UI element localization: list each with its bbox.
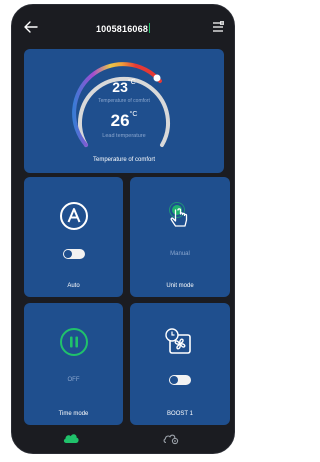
app-screen: 1005816068 23°C Temperature of comfort 2… (11, 4, 235, 454)
top-bar: 1005816068 (12, 5, 234, 45)
cloud-icon[interactable] (62, 431, 80, 445)
boost-fan-icon (165, 328, 191, 354)
comfort-temperature-label: Temperature of comfort (98, 98, 150, 104)
boost-toggle[interactable] (169, 375, 191, 385)
gauge-arc (72, 62, 170, 147)
gear-icon[interactable] (162, 431, 180, 445)
toggle-knob (63, 250, 72, 258)
comfort-card-title: Temperature of comfort (92, 157, 156, 163)
time-mode-tile-label: Time mode (58, 411, 89, 417)
time-mode-state: OFF (67, 377, 80, 383)
toggle-knob (170, 376, 178, 384)
text-cursor (149, 23, 151, 33)
boost-tile-label: BOOST 1 (167, 411, 193, 417)
lead-temperature-label: Lead temperature (102, 133, 146, 139)
comfort-temperature-value: 23°C (112, 79, 136, 95)
bottom-navigation (12, 429, 234, 453)
unit-mode-tile-label: Unit mode (166, 283, 194, 289)
pause-icon (59, 328, 88, 356)
auto-tile-label: Auto (67, 283, 80, 289)
unit-mode-state: Manual (170, 251, 190, 257)
auto-a-icon (59, 202, 88, 230)
boost-tile[interactable]: BOOST 1 (130, 303, 230, 425)
page-title: 1005816068 (12, 23, 234, 34)
auto-mode-tile[interactable]: Auto (24, 177, 123, 297)
temperature-gauge: 23°C Temperature of comfort 26°C Lead te… (64, 57, 184, 157)
hand-pointer-icon (169, 202, 188, 227)
unit-mode-tile[interactable]: Manual Unit mode (130, 177, 230, 297)
lead-temperature-value: 26°C (110, 111, 138, 130)
time-mode-tile[interactable]: OFF Time mode (24, 303, 123, 425)
device-id: 1005816068 (95, 24, 149, 34)
auto-toggle[interactable] (62, 249, 85, 259)
comfort-temperature-card[interactable]: 23°C Temperature of comfort 26°C Lead te… (24, 49, 224, 173)
menu-icon[interactable] (212, 21, 224, 33)
